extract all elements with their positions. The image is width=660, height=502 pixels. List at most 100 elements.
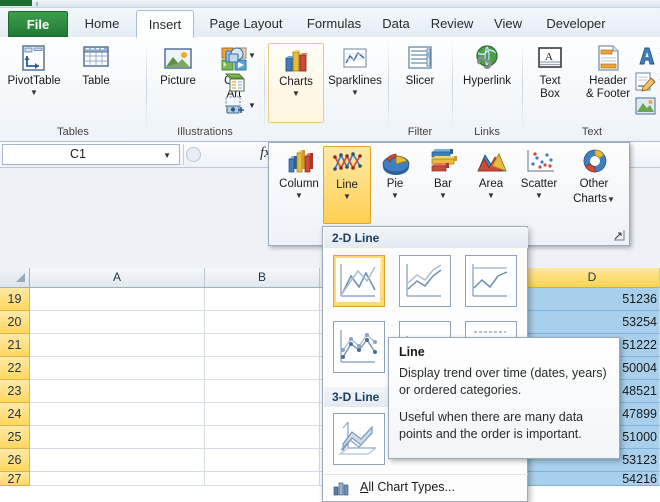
chevron-down-icon[interactable]: ▼ <box>4 88 64 97</box>
wordart-button[interactable] <box>634 45 660 69</box>
tab-data[interactable]: Data <box>374 10 418 38</box>
column-header-d[interactable]: D <box>525 268 660 287</box>
thumb-100-percent-stacked-line[interactable] <box>465 255 517 307</box>
cell-a20[interactable] <box>30 311 205 334</box>
sparklines-icon <box>339 43 371 75</box>
tab-review[interactable]: Review <box>422 10 482 38</box>
group-separator <box>522 41 523 133</box>
cell-a19[interactable] <box>30 288 205 311</box>
chevron-down-icon[interactable]: ▼ <box>269 89 323 98</box>
chevron-down-icon[interactable]: ▼ <box>324 88 386 97</box>
cell-a21[interactable] <box>30 334 205 357</box>
thumb-line-with-markers[interactable] <box>333 321 385 373</box>
cell-b25[interactable] <box>205 426 320 449</box>
cell-d19[interactable]: 51236 <box>525 288 660 311</box>
cancel-enter-button[interactable] <box>186 147 201 162</box>
quick-access-toolbar[interactable] <box>0 0 660 8</box>
chevron-down-icon[interactable]: ▼ <box>248 101 256 110</box>
name-box[interactable]: C1 ▼ <box>2 144 180 165</box>
chevron-down-icon[interactable]: ▼ <box>607 195 615 204</box>
tooltip-title: Line <box>399 345 425 359</box>
tab-formulas[interactable]: Formulas <box>298 10 370 38</box>
ribbon-group-filter: Slicer Filter <box>390 39 450 139</box>
object-button[interactable] <box>634 95 660 119</box>
cell-d27[interactable]: 54216 <box>525 472 660 486</box>
sparklines-button[interactable]: Sparklines ▼ <box>324 43 386 117</box>
thumb-line[interactable] <box>333 255 385 307</box>
chevron-down-icon[interactable]: ▼ <box>275 191 323 200</box>
tab-home[interactable]: Home <box>76 10 128 38</box>
row-header-26[interactable]: 26 <box>0 449 30 472</box>
thumb-3d-line[interactable] <box>333 413 385 465</box>
cell-a25[interactable] <box>30 426 205 449</box>
column-header-a[interactable]: A <box>30 268 205 287</box>
cell-a27[interactable] <box>30 472 205 486</box>
chevron-down-icon[interactable]: ▼ <box>419 191 467 200</box>
row-header-27[interactable]: 27 <box>0 472 30 486</box>
row-header-22[interactable]: 22 <box>0 357 30 380</box>
ribbon-tab-strip: File Home Insert Page Layout Formulas Da… <box>0 8 660 38</box>
slicer-button[interactable]: Slicer <box>390 43 450 117</box>
row-header-25[interactable]: 25 <box>0 426 30 449</box>
row-header-24[interactable]: 24 <box>0 403 30 426</box>
pivottable-button[interactable]: PivotTable ▼ <box>4 43 64 117</box>
other-charts-icon <box>578 146 610 178</box>
text-box-button[interactable]: A Text Box <box>526 43 574 117</box>
smartart-icon <box>224 73 245 92</box>
row-header-19[interactable]: 19 <box>0 288 30 311</box>
all-chart-types-menu-item[interactable]: All Chart Types... <box>324 474 528 500</box>
cell-b24[interactable] <box>205 403 320 426</box>
cell-a24[interactable] <box>30 403 205 426</box>
thumb-stacked-line[interactable] <box>399 255 451 307</box>
gallery-label-bar: Bar <box>434 178 452 190</box>
chevron-down-icon[interactable]: ▼ <box>163 151 171 160</box>
cell-b27[interactable] <box>205 472 320 486</box>
chevron-down-icon[interactable]: ▼ <box>467 191 515 200</box>
charts-button[interactable]: Charts ▼ <box>268 43 324 123</box>
select-all-corner-icon[interactable] <box>0 268 30 287</box>
chevron-down-icon[interactable]: ▼ <box>515 191 563 200</box>
hyperlink-button[interactable]: Hyperlink <box>454 43 520 117</box>
gallery-item-bar[interactable]: Bar ▼ <box>419 146 467 224</box>
row-header-21[interactable]: 21 <box>0 334 30 357</box>
cell-a22[interactable] <box>30 357 205 380</box>
header-footer-icon <box>592 43 624 75</box>
cell-b19[interactable] <box>205 288 320 311</box>
row-header-23[interactable]: 23 <box>0 380 30 403</box>
tab-developer[interactable]: Developer <box>534 10 618 38</box>
gallery-item-scatter[interactable]: Scatter ▼ <box>515 146 563 224</box>
tab-page-layout[interactable]: Page Layout <box>198 10 294 38</box>
row-header-20[interactable]: 20 <box>0 311 30 334</box>
chevron-down-icon[interactable]: ▼ <box>371 191 419 200</box>
header-footer-button[interactable]: Header & Footer <box>574 43 642 117</box>
tooltip: Line Display trend over time (dates, yea… <box>388 337 620 459</box>
cell-d20[interactable]: 53254 <box>525 311 660 334</box>
cell-b26[interactable] <box>205 449 320 472</box>
table-button[interactable]: Table <box>66 43 126 117</box>
cell-a23[interactable] <box>30 380 205 403</box>
dialog-launcher-icon[interactable] <box>613 230 625 242</box>
chevron-down-icon[interactable]: ▼ <box>248 51 256 60</box>
tab-file[interactable]: File <box>8 11 68 37</box>
screenshot-button[interactable] <box>224 95 250 119</box>
chevron-down-icon[interactable]: ▼ <box>324 192 370 201</box>
gallery-item-pie[interactable]: Pie ▼ <box>371 146 419 224</box>
picture-button[interactable]: Picture <box>150 43 206 117</box>
tab-insert[interactable]: Insert <box>136 10 194 38</box>
signature-line-button[interactable] <box>634 71 660 95</box>
smartart-button[interactable] <box>224 71 250 95</box>
cell-b23[interactable] <box>205 380 320 403</box>
gallery-item-column[interactable]: Column ▼ <box>275 146 323 224</box>
cell-a26[interactable] <box>30 449 205 472</box>
cell-b22[interactable] <box>205 357 320 380</box>
cell-b20[interactable] <box>205 311 320 334</box>
ribbon-group-illustrations: Picture Clip Art <box>148 39 262 139</box>
cell-b21[interactable] <box>205 334 320 357</box>
gallery-item-other-charts[interactable]: Other Charts▼ <box>563 146 625 224</box>
column-header-b[interactable]: B <box>205 268 320 287</box>
gallery-item-area[interactable]: Area ▼ <box>467 146 515 224</box>
gallery-item-line[interactable]: Line ▼ <box>323 146 371 224</box>
area-chart-icon <box>475 146 507 178</box>
shapes-button[interactable] <box>224 45 250 69</box>
tab-view[interactable]: View <box>486 10 530 38</box>
